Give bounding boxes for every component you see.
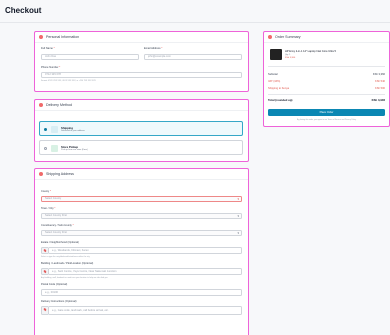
constituency-select[interactable]: Select County First ▾ [41,230,242,236]
location-pin-icon [43,269,47,274]
chevron-down-icon: ▾ [237,214,239,218]
building-addon [41,268,48,275]
total-row: Total (rounded up) KSh 3,906 [268,98,385,102]
vat-row: VAT (16%) KSh 540 [268,80,385,83]
delivery-option-subtitle: Pick up from our store (Free) [61,149,88,151]
town-label: Town / City * [41,207,56,210]
place-order-button[interactable]: Place Order [268,109,385,116]
note-icon [43,307,47,312]
delivery-method-header: Delivery Method [35,100,248,111]
chevron-down-icon: ▾ [237,231,239,235]
fullname-input[interactable]: John Doe [41,54,139,60]
phone-label: Phone Number * [41,66,61,69]
location-pin-icon [39,172,43,176]
summary-divider [268,94,385,95]
terms-note: By placing this order, you agree to our … [296,119,357,121]
estate-addon [41,247,48,254]
email-input[interactable]: john@example.com [144,54,242,60]
radio-selected-icon[interactable] [44,128,47,131]
personal-info-card: Personal Information Full Name * John Do… [34,31,249,92]
instructions-addon [41,306,48,315]
phone-input[interactable]: 0712 345 678 [41,72,242,78]
shipping-address-title: Shipping Address [46,172,74,176]
delivery-option-pickup[interactable]: Store Pickup Pick up from our store (Fre… [39,140,243,155]
product-price: KSh 3,906 [285,57,296,59]
product-name: HP Envy 2-in-1 14" Laptop Intel Core Ult… [285,50,336,53]
personal-info-title: Personal Information [46,35,80,39]
delivery-option-shipping[interactable]: Shipping Delivered to your address [39,121,243,136]
town-select[interactable]: Select County First ▾ [41,213,242,219]
summary-divider [268,66,385,67]
fullname-label: Full Name * [41,47,55,50]
shipping-address-card: Shipping Address County * Select County ▾… [34,168,249,335]
personal-info-header: Personal Information [35,32,248,43]
instructions-label: Delivery Instructions (Optional) [41,300,77,303]
county-select[interactable]: Select County ▾ [41,196,242,202]
chevron-down-icon: ▾ [237,197,239,201]
email-label: Email Address * [144,47,163,50]
building-label: Building / Landmark / Plot/Location (Opt… [41,262,94,265]
estate-input[interactable]: e.g., Westlands, Kilimani, Karen [48,247,242,254]
phone-hint: Format: 07XX XXX XXX, 01XX XXX XXX, or +… [41,80,96,82]
instructions-textarea[interactable]: e.g., Gate code, landmark, call before a… [48,306,242,315]
county-label: County * [41,190,51,193]
estate-label: Estate / Neighborhood (Optional) [41,241,79,244]
building-hint: Any building, mall, landmark or road nea… [41,277,108,279]
shipping-row: Shipping to Kenya KSh 500 [268,87,385,90]
shipping-address-header: Shipping Address [35,169,248,180]
building-input[interactable]: e.g., Sarit Centre, Yaya Centre, Near Na… [48,268,242,275]
postal-label: Postal Code (Optional) [41,283,68,286]
location-pin-icon [43,248,47,253]
delivery-method-title: Delivery Method [46,103,72,107]
order-summary-title: Order Summary [275,35,301,39]
order-summary-header: Order Summary [264,32,389,43]
product-quantity: Qty: 1 [285,54,291,56]
subtotal-row: Subtotal KSh 3,366 [268,73,385,76]
cart-icon [268,35,272,39]
truck-icon [39,103,43,107]
header-divider [0,22,390,23]
postal-input[interactable]: e.g., 00100 [41,289,242,296]
truck-icon [51,126,58,133]
delivery-option-subtitle: Delivered to your address [61,130,85,132]
delivery-method-card: Delivery Method Shipping Delivered to yo… [34,99,249,162]
page-title: Checkout [5,6,42,15]
product-image [270,49,282,60]
store-icon [51,145,58,152]
constituency-label: Constituency / Sub-County * [41,224,74,227]
radio-unselected-icon[interactable] [44,147,47,150]
estate-hint: Select or type the neighborhood/estate/a… [41,256,90,258]
person-icon [39,35,43,39]
